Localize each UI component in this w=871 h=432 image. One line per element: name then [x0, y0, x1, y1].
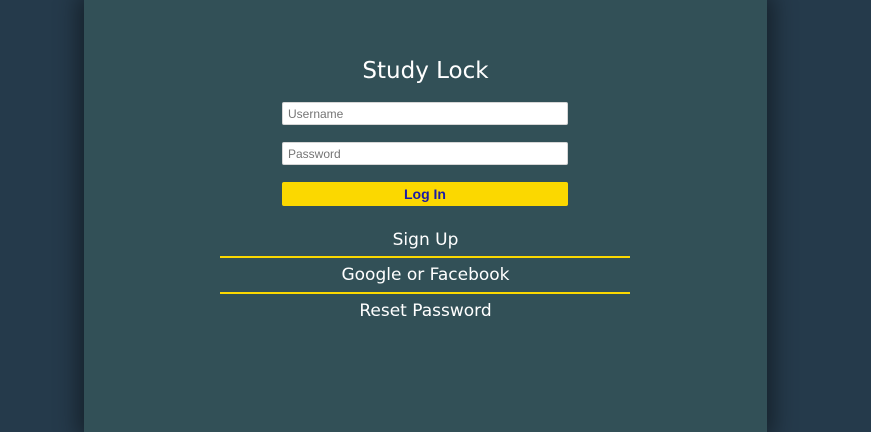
sign-up-link[interactable]: Sign Up [84, 229, 767, 251]
app-title: Study Lock [362, 58, 489, 84]
divider [220, 292, 630, 294]
login-panel: Study Lock Log In Sign Up Google or Face… [84, 0, 767, 432]
social-login-link[interactable]: Google or Facebook [84, 264, 767, 286]
reset-password-link[interactable]: Reset Password [84, 300, 767, 322]
username-input[interactable] [282, 102, 568, 125]
login-button[interactable]: Log In [282, 182, 568, 206]
password-input[interactable] [282, 142, 568, 165]
divider [220, 256, 630, 258]
